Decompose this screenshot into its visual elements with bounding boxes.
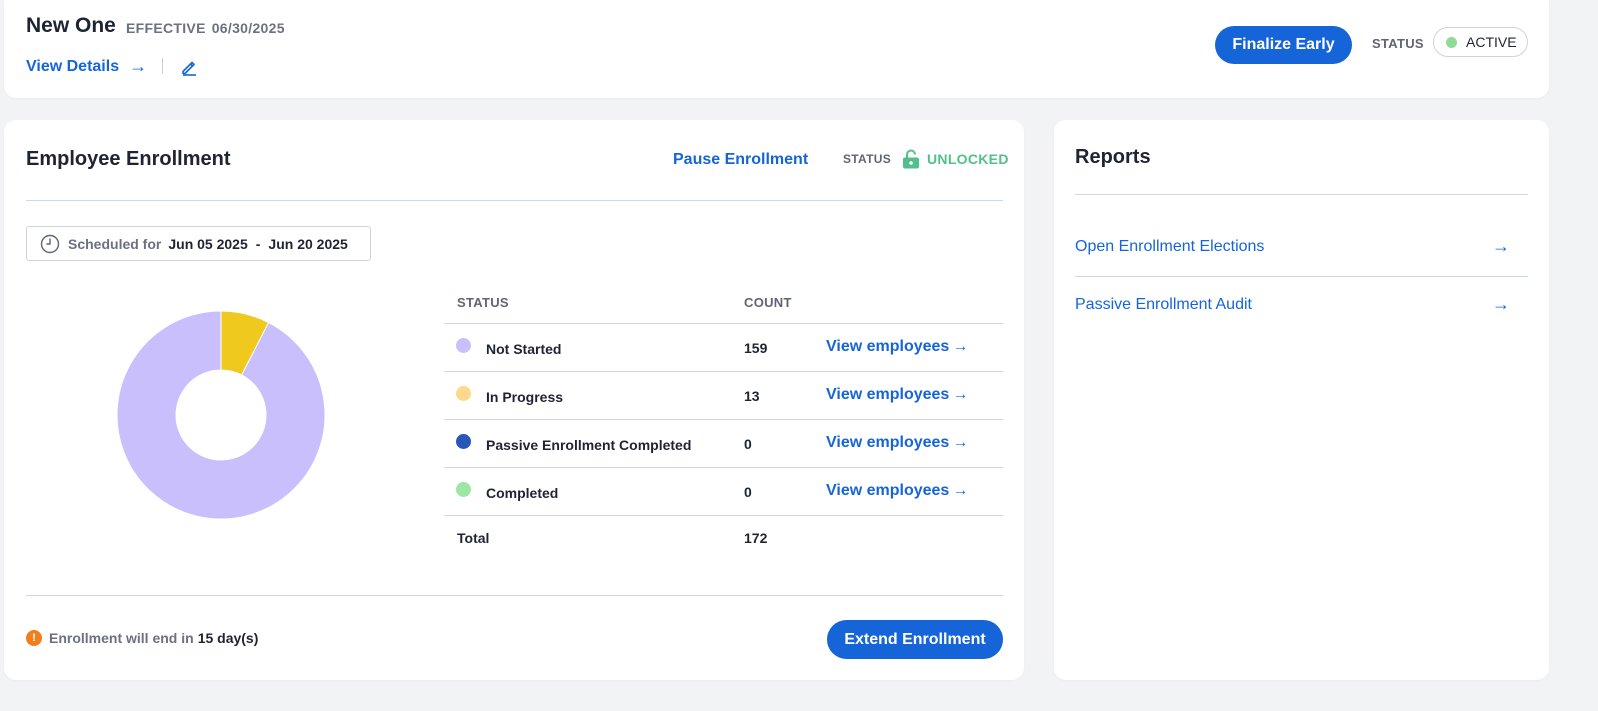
status-dot-icon [1446, 36, 1457, 48]
table-row: Passive Enrollment Completed 0 View empl… [444, 419, 1003, 467]
table-header-status: STATUS [457, 295, 509, 310]
divider [26, 595, 1003, 596]
view-details-label: View Details [26, 57, 120, 75]
enrollment-donut-chart [116, 310, 326, 520]
finalize-early-button[interactable]: Finalize Early [1215, 26, 1352, 64]
status-dot-icon [456, 338, 471, 353]
plan-title: New One [26, 14, 116, 37]
status-badge: ACTIVE [1433, 27, 1528, 57]
clock-icon [40, 234, 60, 253]
enrollment-title: Employee Enrollment [26, 148, 231, 170]
arrow-right-icon: → [952, 338, 969, 355]
row-status: Not Started [486, 341, 562, 357]
view-employees-label: View employees [826, 482, 950, 499]
table-total-row: Total 172 [444, 515, 1003, 557]
row-status: In Progress [486, 389, 564, 405]
row-status: Completed [486, 485, 559, 501]
pause-enrollment-link[interactable]: Pause Enrollment [673, 151, 808, 169]
report-label: Open Enrollment Elections [1075, 238, 1265, 255]
total-label: Total [457, 530, 490, 546]
warning-icon: ! [26, 630, 42, 646]
row-count: 0 [744, 436, 752, 452]
view-employees-label: View employees [826, 386, 950, 403]
row-count: 0 [744, 484, 752, 500]
table-row: Not Started 159 View employees → [444, 323, 1003, 371]
edit-pencil-icon[interactable] [180, 58, 198, 76]
view-details-link[interactable]: View Details → [26, 56, 147, 77]
table-row: In Progress 13 View employees → [444, 371, 1003, 419]
divider [1075, 194, 1528, 195]
view-employees-link[interactable]: View employees → [826, 482, 968, 500]
arrow-right-icon: → [952, 386, 969, 403]
report-open-enrollment-elections[interactable]: Open Enrollment Elections → [1075, 232, 1528, 262]
schedule-start: Jun 05 2025 [168, 235, 248, 252]
end-note-days: 15 day(s) [197, 630, 259, 646]
employee-enrollment-card: Employee Enrollment Pause Enrollment STA… [4, 120, 1024, 680]
schedule-label: Scheduled for [68, 235, 162, 252]
end-note-text: Enrollment will end in [49, 630, 194, 646]
table-row: Completed 0 View employees → [444, 467, 1003, 515]
arrow-right-icon: → [1492, 236, 1510, 256]
arrow-right-icon: → [952, 434, 969, 451]
enrollment-end-notice: ! Enrollment will end in 15 day(s) [26, 630, 258, 646]
status-dot-icon [456, 386, 471, 401]
status-dot-icon [456, 434, 471, 449]
enrollment-status-label: STATUS [843, 152, 892, 166]
view-employees-label: View employees [826, 434, 950, 451]
extend-enrollment-button[interactable]: Extend Enrollment [827, 620, 1003, 659]
table-header-count: COUNT [744, 295, 792, 310]
divider [1075, 276, 1528, 277]
view-employees-link[interactable]: View employees → [826, 434, 968, 452]
status-value: ACTIVE [1466, 34, 1517, 50]
lock-status: UNLOCKED [927, 151, 1009, 167]
unlock-icon [903, 149, 919, 169]
schedule-range: Scheduled for Jun 05 2025 - Jun 20 2025 [26, 226, 371, 261]
arrow-right-icon: → [129, 56, 148, 76]
plan-header-card: New One EFFECTIVE 06/30/2025 View Details… [4, 0, 1549, 98]
divider [162, 58, 163, 74]
schedule-end: Jun 20 2025 [268, 235, 348, 252]
divider [26, 200, 1003, 201]
reports-title: Reports [1075, 146, 1151, 168]
row-status: Passive Enrollment Completed [486, 437, 692, 453]
arrow-right-icon: → [952, 482, 969, 499]
plan-status-label: STATUS [1372, 36, 1424, 51]
total-count: 172 [744, 530, 768, 546]
effective-label: EFFECTIVE [126, 20, 206, 36]
schedule-separator: - [255, 235, 261, 252]
report-passive-enrollment-audit[interactable]: Passive Enrollment Audit → [1075, 290, 1528, 320]
row-count: 13 [744, 388, 760, 404]
effective-date-label: EFFECTIVE 06/30/2025 [126, 20, 285, 36]
report-label: Passive Enrollment Audit [1075, 296, 1252, 313]
view-employees-link[interactable]: View employees → [826, 338, 968, 356]
reports-card: Reports Open Enrollment Elections → Pass… [1054, 120, 1549, 680]
arrow-right-icon: → [1492, 294, 1510, 314]
effective-date: 06/30/2025 [211, 20, 285, 36]
status-dot-icon [456, 482, 471, 497]
view-employees-label: View employees [826, 338, 950, 355]
row-count: 159 [744, 340, 768, 356]
view-employees-link[interactable]: View employees → [826, 386, 968, 404]
